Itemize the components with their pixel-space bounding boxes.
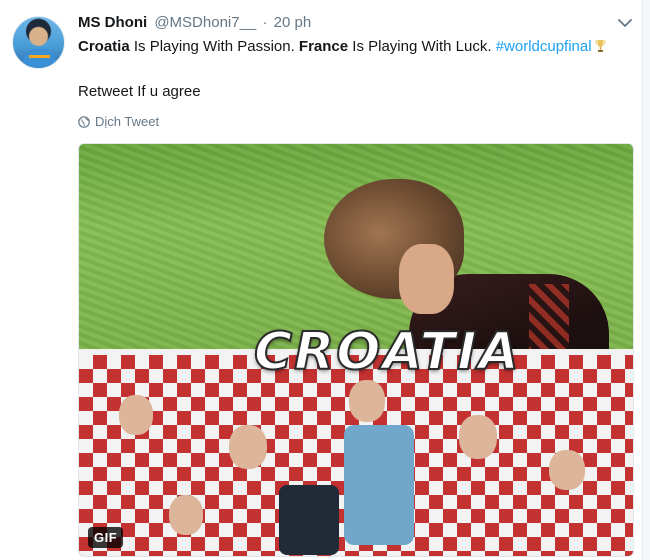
tweet-card[interactable]: MS Dhoni @MSDhoni7__ · 20 ph Croatia Is … [0, 0, 650, 560]
avatar-jersey [23, 49, 56, 68]
translate-label[interactable]: Dịch Tweet [95, 114, 159, 129]
media-fan-6 [169, 495, 203, 535]
chevron-down-icon[interactable] [618, 18, 632, 28]
media-fan-5 [549, 450, 585, 490]
tweet-text: Croatia Is Playing With Passion. France … [78, 37, 606, 57]
tweet-media-gif[interactable]: CROATIA GIF [78, 143, 634, 557]
translate-tweet-link[interactable]: Dịch Tweet [78, 114, 159, 129]
text-bold-france: France [298, 38, 349, 55]
media-fan-2 [229, 425, 267, 469]
media-fan-1 [119, 395, 153, 435]
media-pitch [79, 144, 633, 364]
scrollbar-track[interactable] [642, 0, 650, 560]
trophy-icon [595, 40, 606, 52]
author-name[interactable]: MS Dhoni [78, 14, 147, 31]
hashtag-link[interactable]: #worldcupfinal [496, 38, 592, 55]
media-fan-blue-shirt [344, 425, 414, 545]
gif-badge: GIF [88, 527, 124, 548]
tweet-time[interactable]: 20 ph [274, 14, 312, 31]
media-overlay-text: CROATIA [253, 321, 521, 383]
separator-dot: · [262, 14, 268, 31]
avatar[interactable] [12, 16, 65, 69]
media-fan-3 [349, 380, 385, 422]
text-bold-croatia: Croatia [78, 38, 130, 55]
globe-icon [78, 115, 90, 128]
tweet-text-line2: Retweet If u agree [78, 83, 201, 100]
media-fan-4 [459, 415, 497, 459]
media-fan-dark [279, 485, 339, 555]
text-segment-1: Is Playing With Passion. [129, 38, 299, 55]
tweet-header: MS Dhoni @MSDhoni7__ · 20 ph [78, 14, 311, 34]
media-player-face [399, 244, 454, 314]
text-segment-2: Is Playing With Luck. [348, 38, 496, 55]
media-crowd [79, 355, 633, 556]
author-handle[interactable]: @MSDhoni7__ [154, 14, 256, 31]
